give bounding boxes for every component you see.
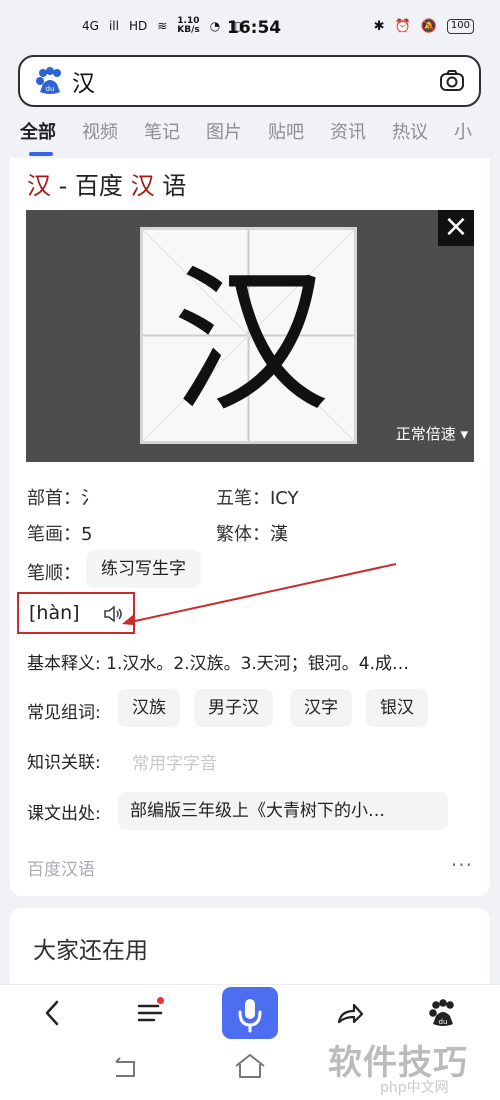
search-box[interactable]: du 汉 xyxy=(18,55,481,107)
wubi-row: 五笔：ICY xyxy=(216,484,299,510)
more-options-icon[interactable]: ··· xyxy=(451,853,473,877)
tab-hot[interactable]: 热议 xyxy=(392,118,428,160)
chevron-left-icon[interactable] xyxy=(37,997,69,1029)
radical-label: 部首： xyxy=(27,488,81,509)
title-brand: 百度 xyxy=(74,172,123,200)
textbook-source-label: 课文出处: xyxy=(27,804,101,824)
tab-video[interactable]: 视频 xyxy=(82,118,118,160)
voice-search-button[interactable] xyxy=(222,987,278,1039)
wifi-icon: ≋ xyxy=(157,19,168,33)
stroke-count-row: 笔画：5 xyxy=(27,520,92,546)
radical-row: 部首：氵 xyxy=(27,484,99,510)
svg-text:du: du xyxy=(46,85,55,93)
pinyin-highlight-box: [hàn] xyxy=(17,592,135,634)
wubi-value: ICY xyxy=(270,488,299,509)
related-knowledge-value[interactable]: 常用字字音 xyxy=(132,749,217,774)
stroke-count-value: 5 xyxy=(81,524,93,545)
battery-indicator: 100 xyxy=(446,19,474,34)
microphone-icon xyxy=(238,999,262,1033)
tab-notes[interactable]: 笔记 xyxy=(144,118,180,160)
common-word-chip[interactable]: 银汉 xyxy=(366,689,428,727)
active-tab-indicator xyxy=(29,152,53,156)
card-title[interactable]: 汉 - 百度 汉 语 xyxy=(27,166,186,201)
playback-speed-dropdown[interactable]: 正常倍速 ▾ xyxy=(396,423,468,444)
status-bar: 4G ill HD ≋ 1.10 KB/s ◔ ◫ 16:54 ✱ ⏰ 🔕 10… xyxy=(0,0,500,52)
network-indicator: 4G xyxy=(82,19,99,33)
title-character: 汉 xyxy=(27,172,51,200)
alarm-icon: ⏰ xyxy=(394,19,411,34)
network-speed: 1.10 KB/s xyxy=(177,16,200,35)
tab-tieba[interactable]: 贴吧 xyxy=(268,118,304,160)
traditional-row: 繁体：漢 xyxy=(216,520,288,546)
share-icon[interactable] xyxy=(334,997,366,1029)
home-icon[interactable] xyxy=(232,1050,268,1082)
radical-value: 氵 xyxy=(81,488,99,509)
back-icon[interactable] xyxy=(110,1052,140,1082)
notification-dot xyxy=(157,997,164,1004)
stroke-animation-player[interactable]: 汉 × 正常倍速 ▾ xyxy=(26,210,474,462)
close-video-button[interactable]: × xyxy=(438,210,474,246)
textbook-source-chip[interactable]: 部编版三年级上《大青树下的小… xyxy=(118,792,448,830)
signal-strength: ill xyxy=(108,19,119,33)
common-word-chip[interactable]: 汉族 xyxy=(118,689,180,727)
title-brand-character: 汉 xyxy=(130,172,155,200)
tab-news[interactable]: 资讯 xyxy=(330,118,366,160)
search-query[interactable]: 汉 xyxy=(72,64,95,98)
traditional-label: 繁体： xyxy=(216,524,270,545)
svg-text:du: du xyxy=(439,1018,448,1026)
tab-images[interactable]: 图片 xyxy=(206,118,242,160)
tab-more-partial[interactable]: 小 xyxy=(454,118,472,160)
character-writing-board: 汉 xyxy=(140,227,357,444)
common-words-label: 常见组词: xyxy=(27,703,101,723)
status-time: 16:54 xyxy=(227,18,282,38)
status-left: 4G ill HD ≋ 1.10 KB/s ◔ ◫ xyxy=(82,17,242,35)
wubi-label: 五笔： xyxy=(216,488,270,509)
stroke-order-label: 笔顺： xyxy=(27,563,81,584)
php-watermark-logo: php中文网 xyxy=(380,1080,449,1096)
dictionary-card: 汉 - 百度 汉 语 汉 × 正常倍速 ▾ 部首：氵 五笔：ICY 笔画：5 繁… xyxy=(10,158,490,896)
mute-icon: 🔕 xyxy=(420,19,437,34)
source-label[interactable]: 百度汉语 xyxy=(27,855,95,880)
basic-definition[interactable]: 基本释义: 1.汉水。2.汉族。3.天河；银河。4.成… xyxy=(27,649,409,674)
title-separator: - xyxy=(58,172,75,200)
camera-icon[interactable] xyxy=(439,69,465,93)
traditional-value: 漢 xyxy=(270,524,288,545)
common-word-chip[interactable]: 男子汉 xyxy=(194,689,273,727)
red-annotation-arrow xyxy=(122,563,397,625)
hd-indicator: HD xyxy=(128,19,148,33)
bluetooth-icon: ✱ xyxy=(373,19,385,34)
bottom-navigation: du xyxy=(0,984,500,1042)
search-tabs: 全部 视频 笔记 图片 贴吧 资讯 热议 小 xyxy=(0,118,500,160)
title-suffix: 语 xyxy=(162,172,187,200)
app-status-icon: ◔ xyxy=(209,19,221,33)
baidu-paw-icon[interactable]: du xyxy=(35,66,65,96)
people-also-use-title: 大家还在用 xyxy=(33,938,148,964)
stroke-count-label: 笔画： xyxy=(27,524,81,545)
baidu-paw-icon[interactable]: du xyxy=(427,997,459,1029)
status-right: ✱ ⏰ 🔕 100 xyxy=(374,19,474,34)
people-also-use-card: 大家还在用 xyxy=(10,908,490,988)
pinyin-text: [hàn] xyxy=(29,602,80,624)
related-knowledge-label: 知识关联: xyxy=(27,753,101,773)
writing-grid: 汉 xyxy=(142,229,355,442)
speaker-icon[interactable] xyxy=(103,605,123,623)
animated-character: 汉 xyxy=(172,250,330,434)
common-word-chip[interactable]: 汉字 xyxy=(290,689,352,727)
